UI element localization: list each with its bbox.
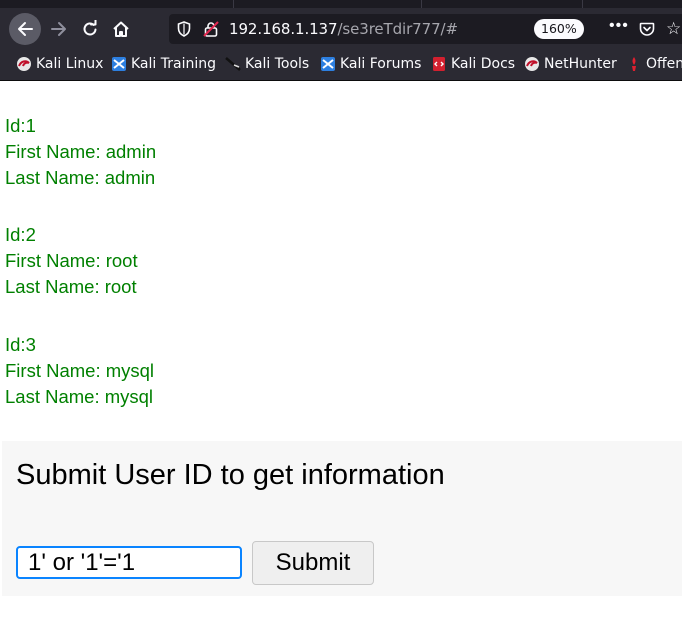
bookmark-label: Kali Tools: [245, 56, 310, 72]
kali-docs-icon: [431, 56, 447, 72]
url-path: /se3reTdir777/#: [337, 20, 458, 38]
bookmark-kali-forums[interactable]: Kali Forums: [320, 56, 421, 72]
bookmark-label: Offen: [646, 56, 682, 72]
kali-tools-icon: [225, 56, 241, 72]
page-content: Id:1 First Name: admin Last Name: admin …: [0, 81, 682, 625]
kali-training-icon: [111, 56, 127, 72]
url-bar[interactable]: 192.168.1.137/se3reTdir777/# 160% ••• ☆: [169, 14, 682, 44]
navigation-toolbar: 192.168.1.137/se3reTdir777/# 160% ••• ☆: [0, 8, 682, 51]
bookmark-label: Kali Linux: [36, 56, 104, 72]
kali-forums-icon: [320, 56, 336, 72]
bookmark-label: NetHunter: [544, 56, 617, 72]
form-heading: Submit User ID to get information: [16, 459, 445, 491]
tracking-protection-shield-icon[interactable]: [177, 21, 191, 42]
page-actions-menu-icon[interactable]: •••: [609, 17, 629, 35]
pocket-icon[interactable]: [639, 21, 655, 42]
forward-arrow-icon: [51, 22, 66, 36]
bookmark-label: Kali Forums: [340, 56, 422, 72]
zoom-level-badge[interactable]: 160%: [534, 19, 584, 39]
user-id-form: Submit User ID to get information Submit: [2, 441, 682, 596]
user-id-input[interactable]: [16, 546, 242, 579]
bookmark-label: Kali Docs: [451, 56, 516, 72]
user-record: Id:2 First Name: root Last Name: root: [5, 222, 138, 300]
kali-dragon-icon: [16, 56, 32, 72]
back-arrow-icon: [18, 22, 33, 36]
tab-divider: [582, 0, 583, 8]
reload-icon: [83, 20, 97, 36]
bookmark-label: Kali Training: [131, 56, 216, 72]
bookmarks-toolbar: Kali Linux Kali Training Kali Tools Kali…: [0, 51, 682, 81]
record-first-name: First Name: mysql: [5, 360, 155, 381]
home-icon: [113, 21, 129, 37]
insecure-connection-lock-icon[interactable]: [203, 21, 219, 42]
user-record: Id:3 First Name: mysql Last Name: mysql: [5, 332, 154, 410]
bookmark-kali-training[interactable]: Kali Training: [111, 56, 216, 72]
url-host: 192.168.1.137: [229, 20, 338, 38]
url-text[interactable]: 192.168.1.137/se3reTdir777/#: [229, 20, 458, 38]
user-record: Id:1 First Name: admin Last Name: admin: [5, 113, 156, 191]
tab-divider: [233, 0, 234, 8]
record-id: Id:3: [5, 334, 36, 355]
bookmark-offensive-security[interactable]: Offen: [626, 56, 682, 72]
record-last-name: Last Name: root: [5, 276, 137, 297]
tab-divider: [421, 0, 422, 8]
bookmark-kali-docs[interactable]: Kali Docs: [431, 56, 515, 72]
forward-button[interactable]: [43, 13, 75, 45]
bookmark-kali-linux[interactable]: Kali Linux: [16, 56, 103, 72]
reload-button[interactable]: [74, 13, 106, 45]
record-last-name: Last Name: admin: [5, 167, 156, 188]
bookmark-kali-tools[interactable]: Kali Tools: [225, 56, 309, 72]
offensive-security-icon: [626, 56, 642, 72]
tab-strip: [0, 0, 682, 8]
bookmark-nethunter[interactable]: NetHunter: [524, 56, 617, 72]
record-first-name: First Name: admin: [5, 141, 157, 162]
nethunter-icon: [524, 56, 540, 72]
record-first-name: First Name: root: [5, 250, 138, 271]
home-button[interactable]: [105, 13, 137, 45]
bookmark-star-icon[interactable]: ☆: [666, 19, 681, 39]
back-button[interactable]: [9, 13, 41, 45]
record-id: Id:2: [5, 224, 36, 245]
record-last-name: Last Name: mysql: [5, 386, 154, 407]
record-id: Id:1: [5, 115, 36, 136]
submit-button[interactable]: Submit: [252, 541, 374, 585]
